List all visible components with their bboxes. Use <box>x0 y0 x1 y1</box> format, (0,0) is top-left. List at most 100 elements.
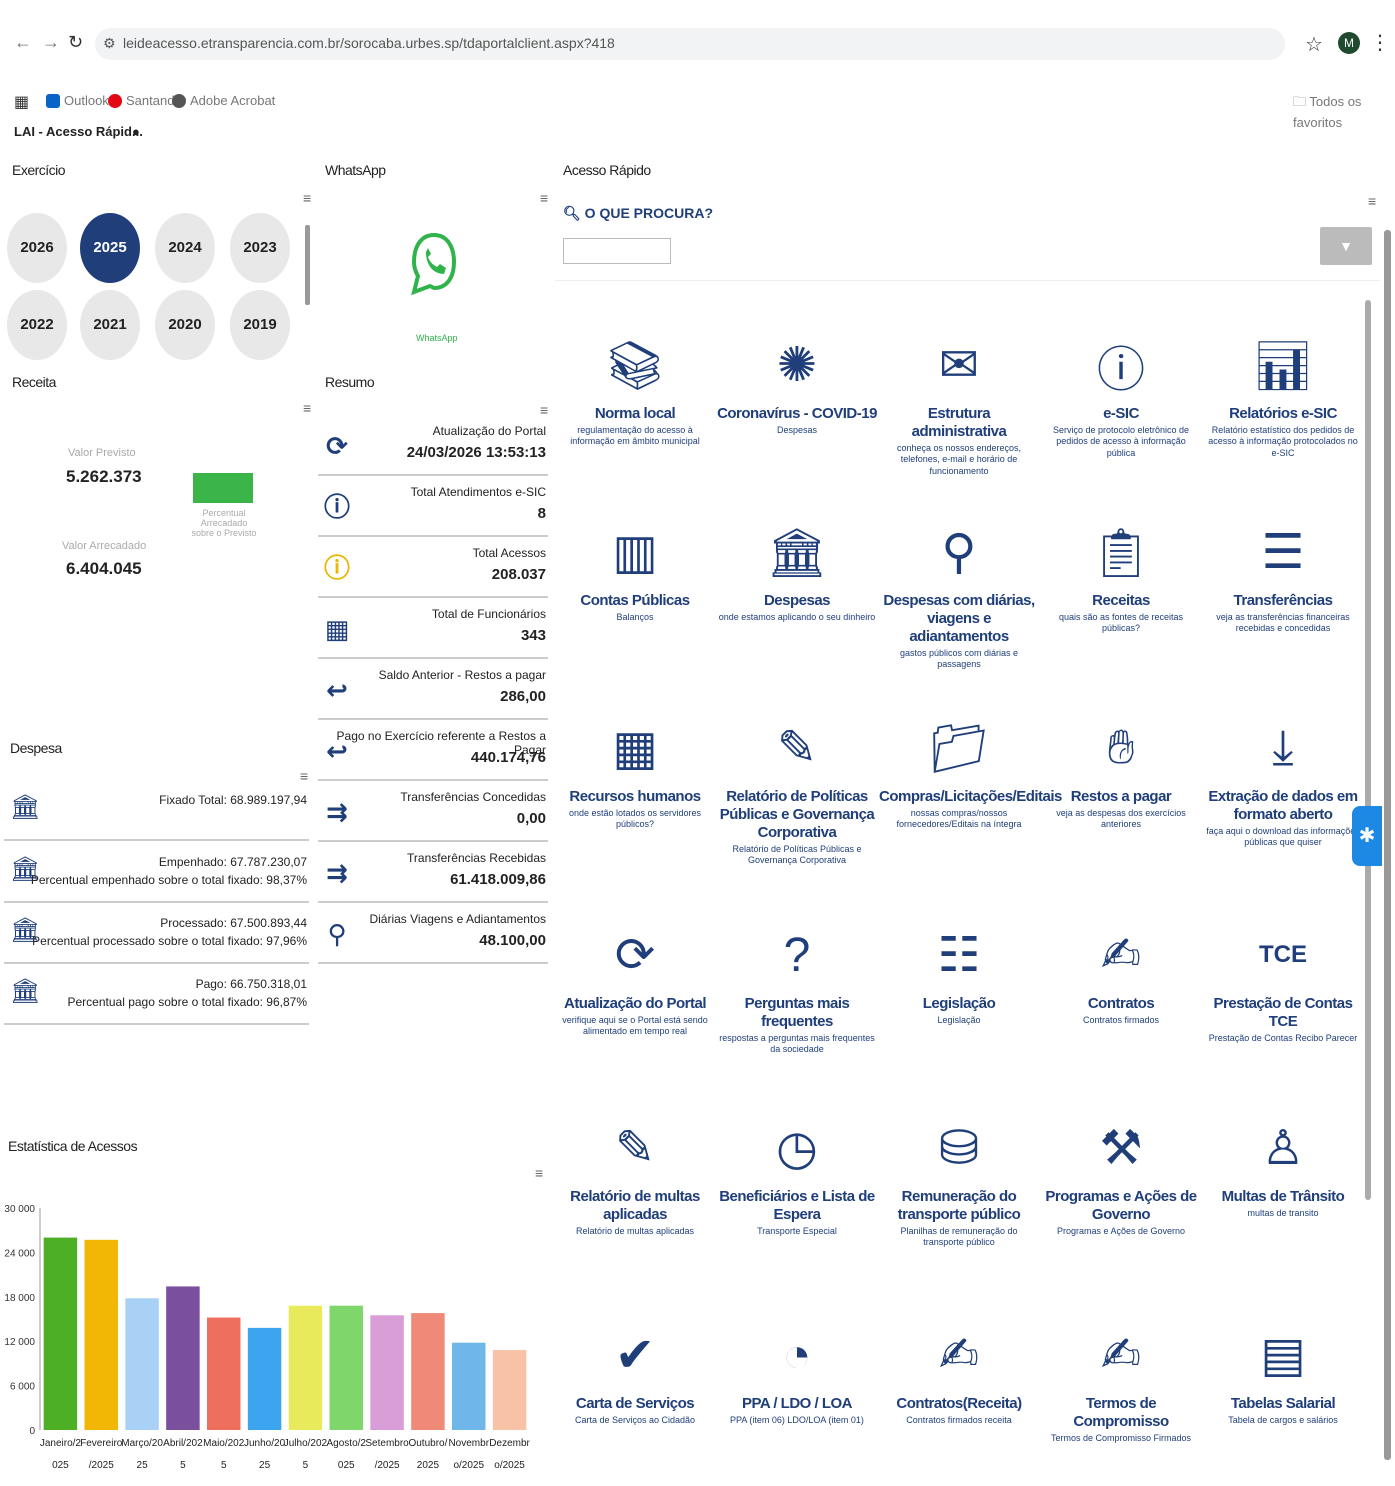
tile-title[interactable]: Despesas <box>717 592 877 610</box>
tile-title[interactable]: Remuneração do transporte público <box>879 1188 1039 1224</box>
tile-title[interactable]: Estrutura administrativa <box>879 405 1039 441</box>
tile-title[interactable]: Norma local <box>555 405 715 423</box>
tile-despesas-com-di-rias-viagens-e-adiantamentos[interactable]: ⚲ Despesas com diárias, viagens e adianta… <box>879 512 1039 671</box>
tile-multas-de-tr-nsito[interactable]: ♙ Multas de Trânsito multas de transito <box>1203 1108 1363 1219</box>
tile-title[interactable]: Extração de dados em formato aberto <box>1203 788 1363 824</box>
address-bar[interactable]: ⚙ leideacesso.etransparencia.com.br/soro… <box>95 28 1285 60</box>
search-input[interactable] <box>563 238 671 264</box>
tile-title[interactable]: Tabelas Salarial <box>1203 1395 1363 1413</box>
tile-recursos-humanos[interactable]: ▦ Recursos humanos onde estão lotados os s… <box>555 708 715 831</box>
bar-abril-2025[interactable] <box>166 1286 200 1430</box>
tile-title[interactable]: PPA / LDO / LOA <box>717 1395 877 1413</box>
despesa-menu-icon[interactable]: ≡ <box>300 768 308 784</box>
tile-title[interactable]: Carta de Serviços <box>555 1395 715 1413</box>
site-settings-icon[interactable]: ⚙ <box>103 35 116 52</box>
reload-icon[interactable]: ↻ <box>68 32 83 53</box>
bar-agosto-2025[interactable] <box>329 1305 363 1430</box>
url-text[interactable]: leideacesso.etransparencia.com.br/soroca… <box>123 35 615 51</box>
bar-janeiro-2025[interactable] <box>43 1237 78 1430</box>
year-2026[interactable]: 2026 <box>7 213 67 283</box>
bookmark-star-icon[interactable]: ☆ <box>1305 32 1323 57</box>
all-favorites[interactable]: 🗀 Todos os favoritos <box>1293 93 1395 130</box>
page-scrollbar[interactable] <box>1384 150 1392 1480</box>
tile-title[interactable]: Transferências <box>1203 592 1363 610</box>
whatsapp-caption[interactable]: WhatsApp <box>416 333 458 343</box>
bar-novembro-2025[interactable] <box>452 1342 486 1430</box>
tile-carta-de-servi-os[interactable]: ✔ Carta de Serviços Carta de Serviços ao C… <box>555 1315 715 1426</box>
tiles-scrollbar[interactable] <box>1365 300 1371 1200</box>
year-2019[interactable]: 2019 <box>230 290 290 360</box>
exercicio-menu-icon[interactable]: ≡ <box>303 190 311 206</box>
tile-remunera-o-do-transporte-p-blico[interactable]: ⛁ Remuneração do transporte público Planil… <box>879 1108 1039 1249</box>
whatsapp-menu-icon[interactable]: ≡ <box>540 190 548 206</box>
tile-contratos[interactable]: ✍︎ Contratos Contratos firmados <box>1041 915 1201 1026</box>
tile-relat-rios-e-sic[interactable]: 📊︎ Relatórios e-SIC Relatório estatístico … <box>1203 325 1363 459</box>
bar-maio-2025[interactable] <box>207 1317 241 1430</box>
page-tab[interactable]: LAI - Acesso Rápid... <box>14 124 143 139</box>
tile-title[interactable]: Contratos(Receita) <box>879 1395 1039 1413</box>
tile-title[interactable]: Contas Públicas <box>555 592 715 610</box>
forward-icon[interactable]: → <box>42 32 60 53</box>
tile-programas-e-a-es-de-governo[interactable]: ⚒ Programas e Ações de Governo Programas e… <box>1041 1108 1201 1237</box>
tile-title[interactable]: Perguntas mais frequentes <box>717 995 877 1031</box>
tile-title[interactable]: Legislação <box>879 995 1039 1013</box>
tile-atualiza-o-do-portal[interactable]: ⟳ Atualização do Portal verifique aqui se … <box>555 915 715 1038</box>
year-2022[interactable]: 2022 <box>7 290 67 360</box>
tile-title[interactable]: e-SIC <box>1041 405 1201 423</box>
tile-tabelas-salarial[interactable]: ▤ Tabelas Salarial Tabela de cargos e salá… <box>1203 1315 1363 1426</box>
tile-title[interactable]: Relatório de Políticas Públicas e Govern… <box>717 788 877 842</box>
bookmark-outlook[interactable]: Outlook <box>46 93 109 108</box>
tile-title[interactable]: Termos de Compromisso <box>1041 1395 1201 1431</box>
tile-ppa-ldo-loa[interactable]: ◔ PPA / LDO / LOA PPA (item 06) LDO/LOA (i… <box>717 1315 877 1426</box>
bookmark-adobe[interactable]: Adobe Acrobat <box>172 93 275 108</box>
menu-icon[interactable]: ⋮ <box>1370 30 1390 55</box>
tile-coronav-rus-covid-19[interactable]: ✺ Coronavírus - COVID-19 Despesas <box>717 325 877 436</box>
tile-title[interactable]: Prestação de Contas TCE <box>1203 995 1363 1031</box>
bar-outubro-2025[interactable] <box>411 1313 445 1430</box>
tile-compras-licita-es-editais[interactable]: 📁︎ Compras/Licitações/Editais nossas compr… <box>879 708 1062 831</box>
year-2025[interactable]: 2025 <box>80 213 140 283</box>
tile-title[interactable]: Restos a pagar <box>1041 788 1201 806</box>
tile-title[interactable]: Relatório de multas aplicadas <box>555 1188 715 1224</box>
page-scrollbar-thumb[interactable] <box>1384 230 1391 1460</box>
years-scrollbar[interactable] <box>305 225 310 305</box>
accessibility-button[interactable]: ✱ <box>1352 806 1382 866</box>
tile-restos-a-pagar[interactable]: ✋︎ Restos a pagar veja as despesas dos exe… <box>1041 708 1201 831</box>
tile-presta-o-de-contas-tce[interactable]: TCE Prestação de Contas TCE Prestação de C… <box>1203 915 1363 1044</box>
bar-junho-2025[interactable] <box>247 1327 282 1430</box>
tile-termos-de-compromisso[interactable]: ✍︎ Termos de Compromisso Termos de Comprom… <box>1041 1315 1201 1444</box>
tile-legisla-o[interactable]: ☷ Legislação Legislação <box>879 915 1039 1026</box>
tile-title[interactable]: Coronavírus - COVID-19 <box>717 405 877 423</box>
tile-title[interactable]: Multas de Trânsito <box>1203 1188 1363 1206</box>
bar-março-2025[interactable] <box>125 1298 159 1430</box>
tile-estrutura-administrativa[interactable]: ✉ Estrutura administrativa conheça os noss… <box>879 325 1039 477</box>
bar-julho-2025[interactable] <box>288 1305 323 1430</box>
tile-benefici-rios-e-lista-de-espera[interactable]: ◷ Beneficiários e Lista de Espera Transpor… <box>717 1108 877 1237</box>
tile-e-sic[interactable]: ⓘ e-SIC Serviço de protocolo eletrônico de… <box>1041 325 1201 459</box>
tile-perguntas-mais-frequentes[interactable]: ? Perguntas mais frequentes respostas a pe… <box>717 915 877 1056</box>
tile-contas-p-blicas[interactable]: ▥ Contas Públicas Balanços <box>555 512 715 623</box>
tile-receitas[interactable]: 📋︎ Receitas quais são as fontes de receita… <box>1041 512 1201 635</box>
avatar[interactable]: M <box>1338 32 1360 54</box>
tile-norma-local[interactable]: 📚︎ Norma local regulamentação do acesso à … <box>555 325 715 448</box>
tile-transfer-ncias[interactable]: ☰ Transferências veja as transferências fi… <box>1203 512 1363 635</box>
year-2021[interactable]: 2021 <box>80 290 140 360</box>
tile-contratos-receita[interactable]: ✍︎ Contratos(Receita) Contratos firmados r… <box>879 1315 1039 1426</box>
whatsapp-icon[interactable] <box>410 230 458 320</box>
tile-extra-o-de-dados-em-formato-aberto[interactable]: ⤓ Extração de dados em formato aberto faça… <box>1203 708 1363 849</box>
year-2023[interactable]: 2023 <box>230 213 290 283</box>
tile-title[interactable]: Atualização do Portal <box>555 995 715 1013</box>
tile-relat-rio-de-multas-aplicadas[interactable]: ✎ Relatório de multas aplicadas Relatório … <box>555 1108 715 1237</box>
tile-title[interactable]: Contratos <box>1041 995 1201 1013</box>
receita-menu-icon[interactable]: ≡ <box>303 400 311 416</box>
year-2024[interactable]: 2024 <box>155 213 215 283</box>
tile-title[interactable]: Compras/Licitações/Editais <box>879 788 1062 806</box>
tile-title[interactable]: Relatórios e-SIC <box>1203 405 1363 423</box>
bar-setembro-2025[interactable] <box>370 1315 404 1430</box>
resumo-menu-icon[interactable]: ≡ <box>540 402 548 418</box>
back-icon[interactable]: ← <box>14 32 32 53</box>
bar-fevereiro-2025[interactable] <box>84 1239 118 1430</box>
acesso-menu-icon[interactable]: ≡ <box>1368 193 1376 209</box>
tile-title[interactable]: Recursos humanos <box>555 788 715 806</box>
tile-title[interactable]: Programas e Ações de Governo <box>1041 1188 1201 1224</box>
